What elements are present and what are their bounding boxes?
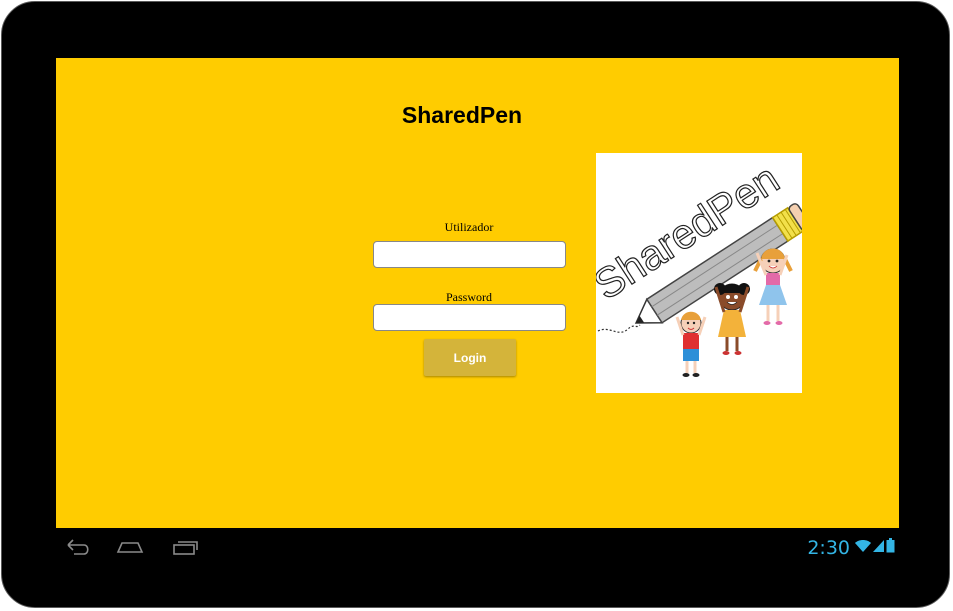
system-navigation-bar: 2:30 xyxy=(56,530,899,564)
signal-icon xyxy=(873,539,885,558)
wifi-icon xyxy=(854,539,872,558)
back-icon[interactable] xyxy=(62,534,94,560)
home-icon[interactable] xyxy=(114,534,146,560)
recent-apps-icon[interactable] xyxy=(170,534,202,560)
status-area: 2:30 xyxy=(807,535,895,561)
page-title: SharedPen xyxy=(401,102,523,128)
login-button[interactable]: Login xyxy=(424,339,516,376)
password-input[interactable] xyxy=(373,304,566,331)
clock: 2:30 xyxy=(807,537,850,559)
pencil-with-children-logo-image: SharedPen xyxy=(585,154,811,377)
app-screen: SharedPen Utilizador Password Login Shar… xyxy=(56,58,899,528)
battery-icon xyxy=(886,538,895,558)
username-label: Utilizador xyxy=(444,220,494,234)
sharedpen-logo: SharedPen xyxy=(585,153,811,393)
username-input[interactable] xyxy=(373,241,566,268)
password-label: Password xyxy=(445,290,492,304)
